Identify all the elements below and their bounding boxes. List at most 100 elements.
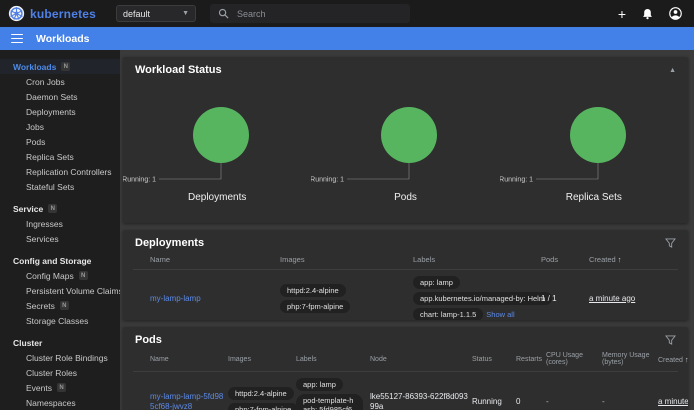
namespaced-badge: N [61, 62, 70, 71]
sidebar-item-namespaces[interactable]: Namespaces [0, 395, 120, 410]
brand-name: kubernetes [30, 7, 96, 21]
col-memory-usage[interactable]: Memory Usage (bytes) [600, 347, 656, 371]
workload-status-card: Workload Status ▲ Running: 1 Deployments [123, 57, 688, 223]
col-pods[interactable]: Pods [539, 250, 587, 269]
menu-toggle-button[interactable] [11, 34, 23, 44]
search-box[interactable] [210, 4, 410, 23]
sidebar-item-daemon-sets[interactable]: Daemon Sets [0, 89, 120, 104]
pods-card: Pods Name Images Labels Node Status Rest… [123, 327, 688, 410]
deployments-table-header: Name Images Labels Pods Created ↑ [133, 250, 678, 270]
pod-name-link[interactable]: my-lamp-lamp-5fd985cf68-jwvz8 [150, 392, 223, 410]
namespaced-badge: N [48, 204, 57, 213]
namespaced-badge: N [57, 383, 66, 392]
pod-status: Running [470, 393, 514, 410]
deployment-table-row[interactable]: my-lamp-lamp httpd:2.4-alpine php:7-fpm-… [133, 270, 678, 320]
filter-icon[interactable] [665, 335, 676, 345]
col-name[interactable]: Name [148, 250, 278, 269]
sidebar-item-deployments[interactable]: Deployments [0, 104, 120, 119]
sidebar-item-workloads[interactable]: Workloads N [0, 59, 120, 74]
main-content: Workload Status ▲ Running: 1 Deployments [120, 50, 694, 410]
replica-sets-running-label: Running: 1 [500, 177, 533, 184]
chevron-down-icon: ▼ [182, 10, 189, 17]
show-all-labels-link[interactable]: Show all [486, 310, 514, 319]
account-button[interactable] [669, 7, 682, 20]
namespace-value: default [123, 9, 150, 19]
pods-chart-title: Pods [394, 192, 417, 203]
deployments-running-label: Running: 1 [123, 177, 156, 184]
image-chip: httpd:2.4-alpine [228, 387, 294, 400]
sidebar-item-storage-classes[interactable]: Storage Classes [0, 313, 120, 328]
deployments-card: Deployments Name Images Labels Pods Crea… [123, 230, 688, 320]
search-input[interactable] [237, 9, 387, 19]
sidebar-section-config-and-storage[interactable]: Config and Storage [0, 253, 120, 268]
sidebar-item-secrets[interactable]: Secrets N [0, 298, 120, 313]
sidebar-item-config-maps[interactable]: Config Maps N [0, 268, 120, 283]
sidebar-item-replication-controllers[interactable]: Replication Controllers [0, 164, 120, 179]
top-bar: kubernetes default ▼ + [0, 0, 694, 27]
sidebar-item-cluster-roles[interactable]: Cluster Roles [0, 365, 120, 380]
col-labels[interactable]: Labels [294, 351, 368, 368]
col-restarts[interactable]: Restarts [514, 351, 544, 368]
deployments-pie [193, 107, 249, 163]
bell-icon [642, 8, 653, 20]
image-chip: php:7-fpm-alpine [280, 300, 350, 313]
pod-memory-usage: - [600, 393, 656, 410]
replica-sets-pie [570, 107, 626, 163]
label-chip: app: lamp [296, 378, 343, 391]
col-node[interactable]: Node [368, 351, 470, 368]
namespaced-badge: N [60, 301, 69, 310]
label-chip: app.kubernetes.io/managed-by: Helm [413, 292, 552, 305]
created-time: a minute ago [587, 290, 678, 307]
sidebar-nav: Workloads N Cron Jobs Daemon Sets Deploy… [0, 50, 120, 410]
plus-icon: + [618, 8, 626, 20]
pods-table-header: Name Images Labels Node Status Restarts … [133, 347, 678, 372]
sidebar-item-events[interactable]: Events N [0, 380, 120, 395]
replica-sets-chart-title: Replica Sets [566, 192, 622, 203]
sidebar-item-jobs[interactable]: Jobs [0, 119, 120, 134]
created-time: a minute ago [656, 393, 688, 410]
node-name: lke55127-86393-622f8d09399a [368, 388, 470, 410]
sidebar-item-pods[interactable]: Pods [0, 134, 120, 149]
label-chip: chart: lamp-1.1.5 [413, 308, 483, 321]
sidebar-item-replica-sets[interactable]: Replica Sets [0, 149, 120, 164]
page-title: Workloads [36, 33, 89, 45]
namespaced-badge: N [79, 271, 88, 280]
collapse-icon[interactable]: ▲ [669, 67, 676, 74]
col-cpu-usage[interactable]: CPU Usage (cores) [544, 347, 600, 371]
col-created[interactable]: Created ↑ [656, 350, 688, 369]
col-name[interactable]: Name [148, 351, 226, 368]
deployment-name-link[interactable]: my-lamp-lamp [150, 294, 201, 303]
pods-pie [381, 107, 437, 163]
replica-sets-status-chart: Running: 1 Replica Sets [500, 79, 688, 203]
sidebar-item-ingresses[interactable]: Ingresses [0, 216, 120, 231]
namespace-selector[interactable]: default ▼ [116, 5, 196, 22]
deployments-status-chart: Running: 1 Deployments [123, 79, 311, 203]
sidebar-item-services[interactable]: Services [0, 231, 120, 246]
deployments-chart-title: Deployments [188, 192, 246, 203]
label-chip: pod-template-hash: 5fd985cf68 [296, 394, 363, 410]
col-images[interactable]: Images [226, 351, 294, 368]
kubernetes-brand[interactable]: kubernetes [8, 5, 96, 22]
sidebar-item-cluster-role-bindings[interactable]: Cluster Role Bindings [0, 350, 120, 365]
sort-asc-icon: ↑ [685, 355, 688, 364]
app-bar: Workloads [0, 27, 694, 50]
pods-card-title: Pods [135, 334, 162, 346]
deployments-card-title: Deployments [135, 237, 204, 249]
workload-status-title: Workload Status [135, 64, 222, 76]
col-created[interactable]: Created ↑ [587, 250, 678, 269]
sidebar-item-service[interactable]: Service N [0, 201, 120, 216]
sidebar-section-cluster[interactable]: Cluster [0, 335, 120, 350]
sidebar-item-cron-jobs[interactable]: Cron Jobs [0, 74, 120, 89]
sidebar-item-stateful-sets[interactable]: Stateful Sets [0, 179, 120, 194]
pods-ratio: 1 / 1 [539, 290, 587, 307]
col-images[interactable]: Images [278, 250, 411, 269]
col-labels[interactable]: Labels [411, 250, 539, 269]
notifications-button[interactable] [642, 8, 653, 20]
label-chip: app: lamp [413, 276, 460, 289]
create-resource-button[interactable]: + [618, 8, 626, 20]
pod-table-row[interactable]: my-lamp-lamp-5fd985cf68-jwvz8 httpd:2.4-… [133, 372, 678, 410]
filter-icon[interactable] [665, 238, 676, 248]
sidebar-item-persistent-volume-claims[interactable]: Persistent Volume Claims N [0, 283, 120, 298]
col-status[interactable]: Status [470, 351, 514, 368]
user-icon [669, 7, 682, 20]
